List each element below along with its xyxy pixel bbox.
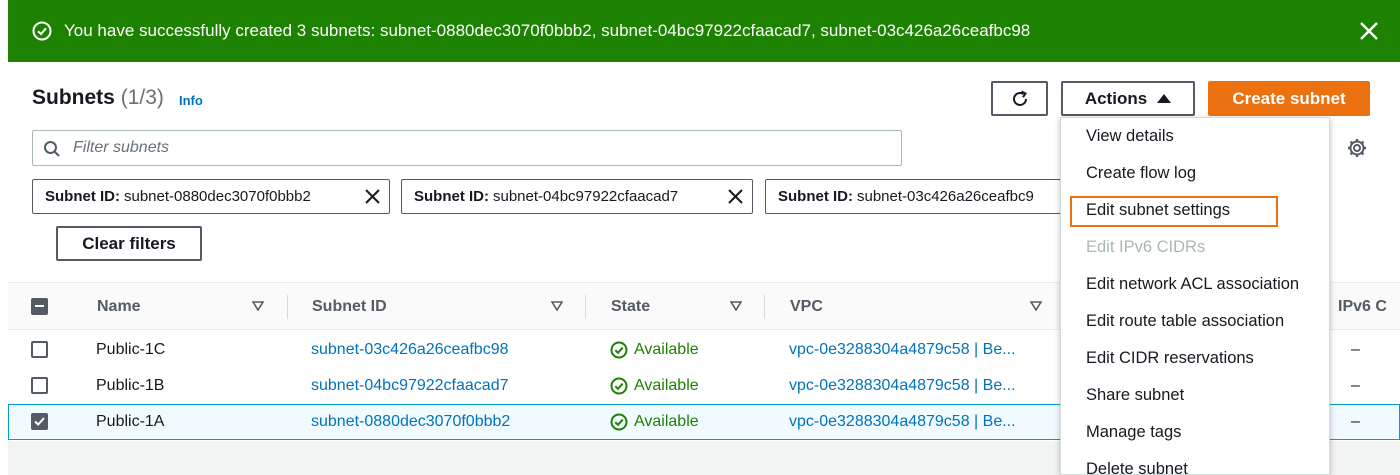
filter-token: Subnet ID: subnet-04bc97922cfaacad7 bbox=[401, 179, 753, 214]
page-title: Subnets (1/3) bbox=[32, 86, 164, 110]
token-key: Subnet ID: bbox=[414, 188, 489, 205]
cell-ipv6: – bbox=[1351, 341, 1360, 358]
column-header-vpc[interactable]: VPC bbox=[790, 298, 823, 316]
cell-name: Public-1A bbox=[96, 413, 165, 430]
sort-icon[interactable] bbox=[730, 301, 742, 311]
cell-subnet-id[interactable]: subnet-03c426a26ceafbc98 bbox=[311, 341, 509, 359]
token-key: Subnet ID: bbox=[45, 188, 120, 205]
available-status-icon bbox=[610, 341, 628, 359]
menu-item-view-details[interactable]: View details bbox=[1086, 127, 1174, 146]
caret-up-icon bbox=[1157, 94, 1172, 103]
page-title-text: Subnets bbox=[32, 86, 115, 109]
menu-item-share-subnet[interactable]: Share subnet bbox=[1086, 386, 1184, 405]
filter-token: Subnet ID: subnet-0880dec3070f0bbb2 bbox=[32, 179, 390, 214]
close-icon[interactable] bbox=[1358, 20, 1380, 42]
row-checkbox[interactable] bbox=[31, 341, 48, 358]
token-value: subnet-0880dec3070f0bbb2 bbox=[124, 188, 311, 205]
sort-icon[interactable] bbox=[551, 301, 563, 311]
filter-token: Subnet ID: subnet-03c426a26ceafbc9 bbox=[765, 179, 1061, 214]
filter-box bbox=[32, 130, 902, 166]
cell-vpc[interactable]: vpc-0e3288304a4879c58 | Be... bbox=[789, 377, 1016, 395]
token-value: subnet-03c426a26ceafbc9 bbox=[857, 188, 1034, 205]
sort-icon[interactable] bbox=[1030, 301, 1042, 311]
sort-icon[interactable] bbox=[252, 301, 264, 311]
cell-vpc[interactable]: vpc-0e3288304a4879c58 | Be... bbox=[789, 341, 1016, 359]
search-input[interactable] bbox=[73, 135, 893, 161]
column-header-state[interactable]: State bbox=[611, 298, 650, 316]
select-all-checkbox[interactable] bbox=[31, 298, 48, 315]
check-circle-icon bbox=[32, 21, 52, 41]
cell-name: Public-1C bbox=[96, 341, 166, 358]
cell-subnet-id[interactable]: subnet-0880dec3070f0bbb2 bbox=[311, 413, 510, 431]
flash-message: You have successfully created 3 subnets:… bbox=[64, 21, 1031, 40]
row-checkbox[interactable] bbox=[31, 377, 48, 394]
menu-item-delete-subnet[interactable]: Delete subnet bbox=[1086, 460, 1188, 475]
token-key: Subnet ID: bbox=[778, 188, 853, 205]
cell-subnet-id[interactable]: subnet-04bc97922cfaacad7 bbox=[311, 377, 509, 395]
state-label: Available bbox=[634, 377, 699, 394]
menu-item-create-flow-log[interactable]: Create flow log bbox=[1086, 164, 1196, 183]
menu-item-edit-ipv6-cidrs: Edit IPv6 CIDRs bbox=[1086, 238, 1206, 256]
create-subnet-button[interactable]: Create subnet bbox=[1208, 81, 1370, 116]
refresh-button[interactable] bbox=[991, 81, 1048, 116]
gear-icon[interactable] bbox=[1346, 137, 1368, 159]
menu-item-edit-network-acl-association[interactable]: Edit network ACL association bbox=[1086, 275, 1299, 294]
menu-item-edit-subnet-settings[interactable]: Edit subnet settings bbox=[1086, 201, 1230, 220]
available-status-icon bbox=[610, 413, 628, 431]
search-icon bbox=[44, 141, 60, 157]
actions-dropdown-menu: View details Create flow log Edit subnet… bbox=[1060, 117, 1330, 475]
menu-item-manage-tags[interactable]: Manage tags bbox=[1086, 423, 1181, 442]
cell-ipv6: – bbox=[1351, 413, 1360, 430]
remove-filter-icon[interactable] bbox=[727, 188, 744, 205]
cell-ipv6: – bbox=[1351, 377, 1360, 394]
actions-button[interactable]: Actions bbox=[1061, 81, 1195, 116]
remove-filter-icon[interactable] bbox=[364, 188, 381, 205]
column-header-subnet-id[interactable]: Subnet ID bbox=[312, 298, 387, 316]
state-label: Available bbox=[634, 413, 699, 430]
success-flash-banner: You have successfully created 3 subnets:… bbox=[8, 0, 1400, 62]
info-link[interactable]: Info bbox=[179, 93, 203, 108]
menu-item-edit-cidr-reservations[interactable]: Edit CIDR reservations bbox=[1086, 349, 1254, 368]
refresh-icon bbox=[1012, 90, 1027, 106]
cell-state: Available bbox=[610, 413, 699, 431]
cell-state: Available bbox=[610, 377, 699, 395]
column-header-name[interactable]: Name bbox=[97, 298, 141, 316]
row-checkbox[interactable] bbox=[31, 413, 48, 430]
column-header-ipv6[interactable]: IPv6 C bbox=[1338, 298, 1387, 316]
checkmark-icon bbox=[34, 417, 45, 426]
cell-vpc[interactable]: vpc-0e3288304a4879c58 | Be... bbox=[789, 413, 1016, 431]
menu-item-edit-route-table-association[interactable]: Edit route table association bbox=[1086, 312, 1284, 331]
available-status-icon bbox=[610, 377, 628, 395]
cell-name: Public-1B bbox=[96, 377, 165, 394]
clear-filters-button[interactable]: Clear filters bbox=[56, 226, 202, 261]
selection-count: (1/3) bbox=[120, 86, 164, 109]
token-value: subnet-04bc97922cfaacad7 bbox=[493, 188, 679, 205]
state-label: Available bbox=[634, 341, 699, 358]
actions-label: Actions bbox=[1084, 88, 1148, 108]
cell-state: Available bbox=[610, 341, 699, 359]
